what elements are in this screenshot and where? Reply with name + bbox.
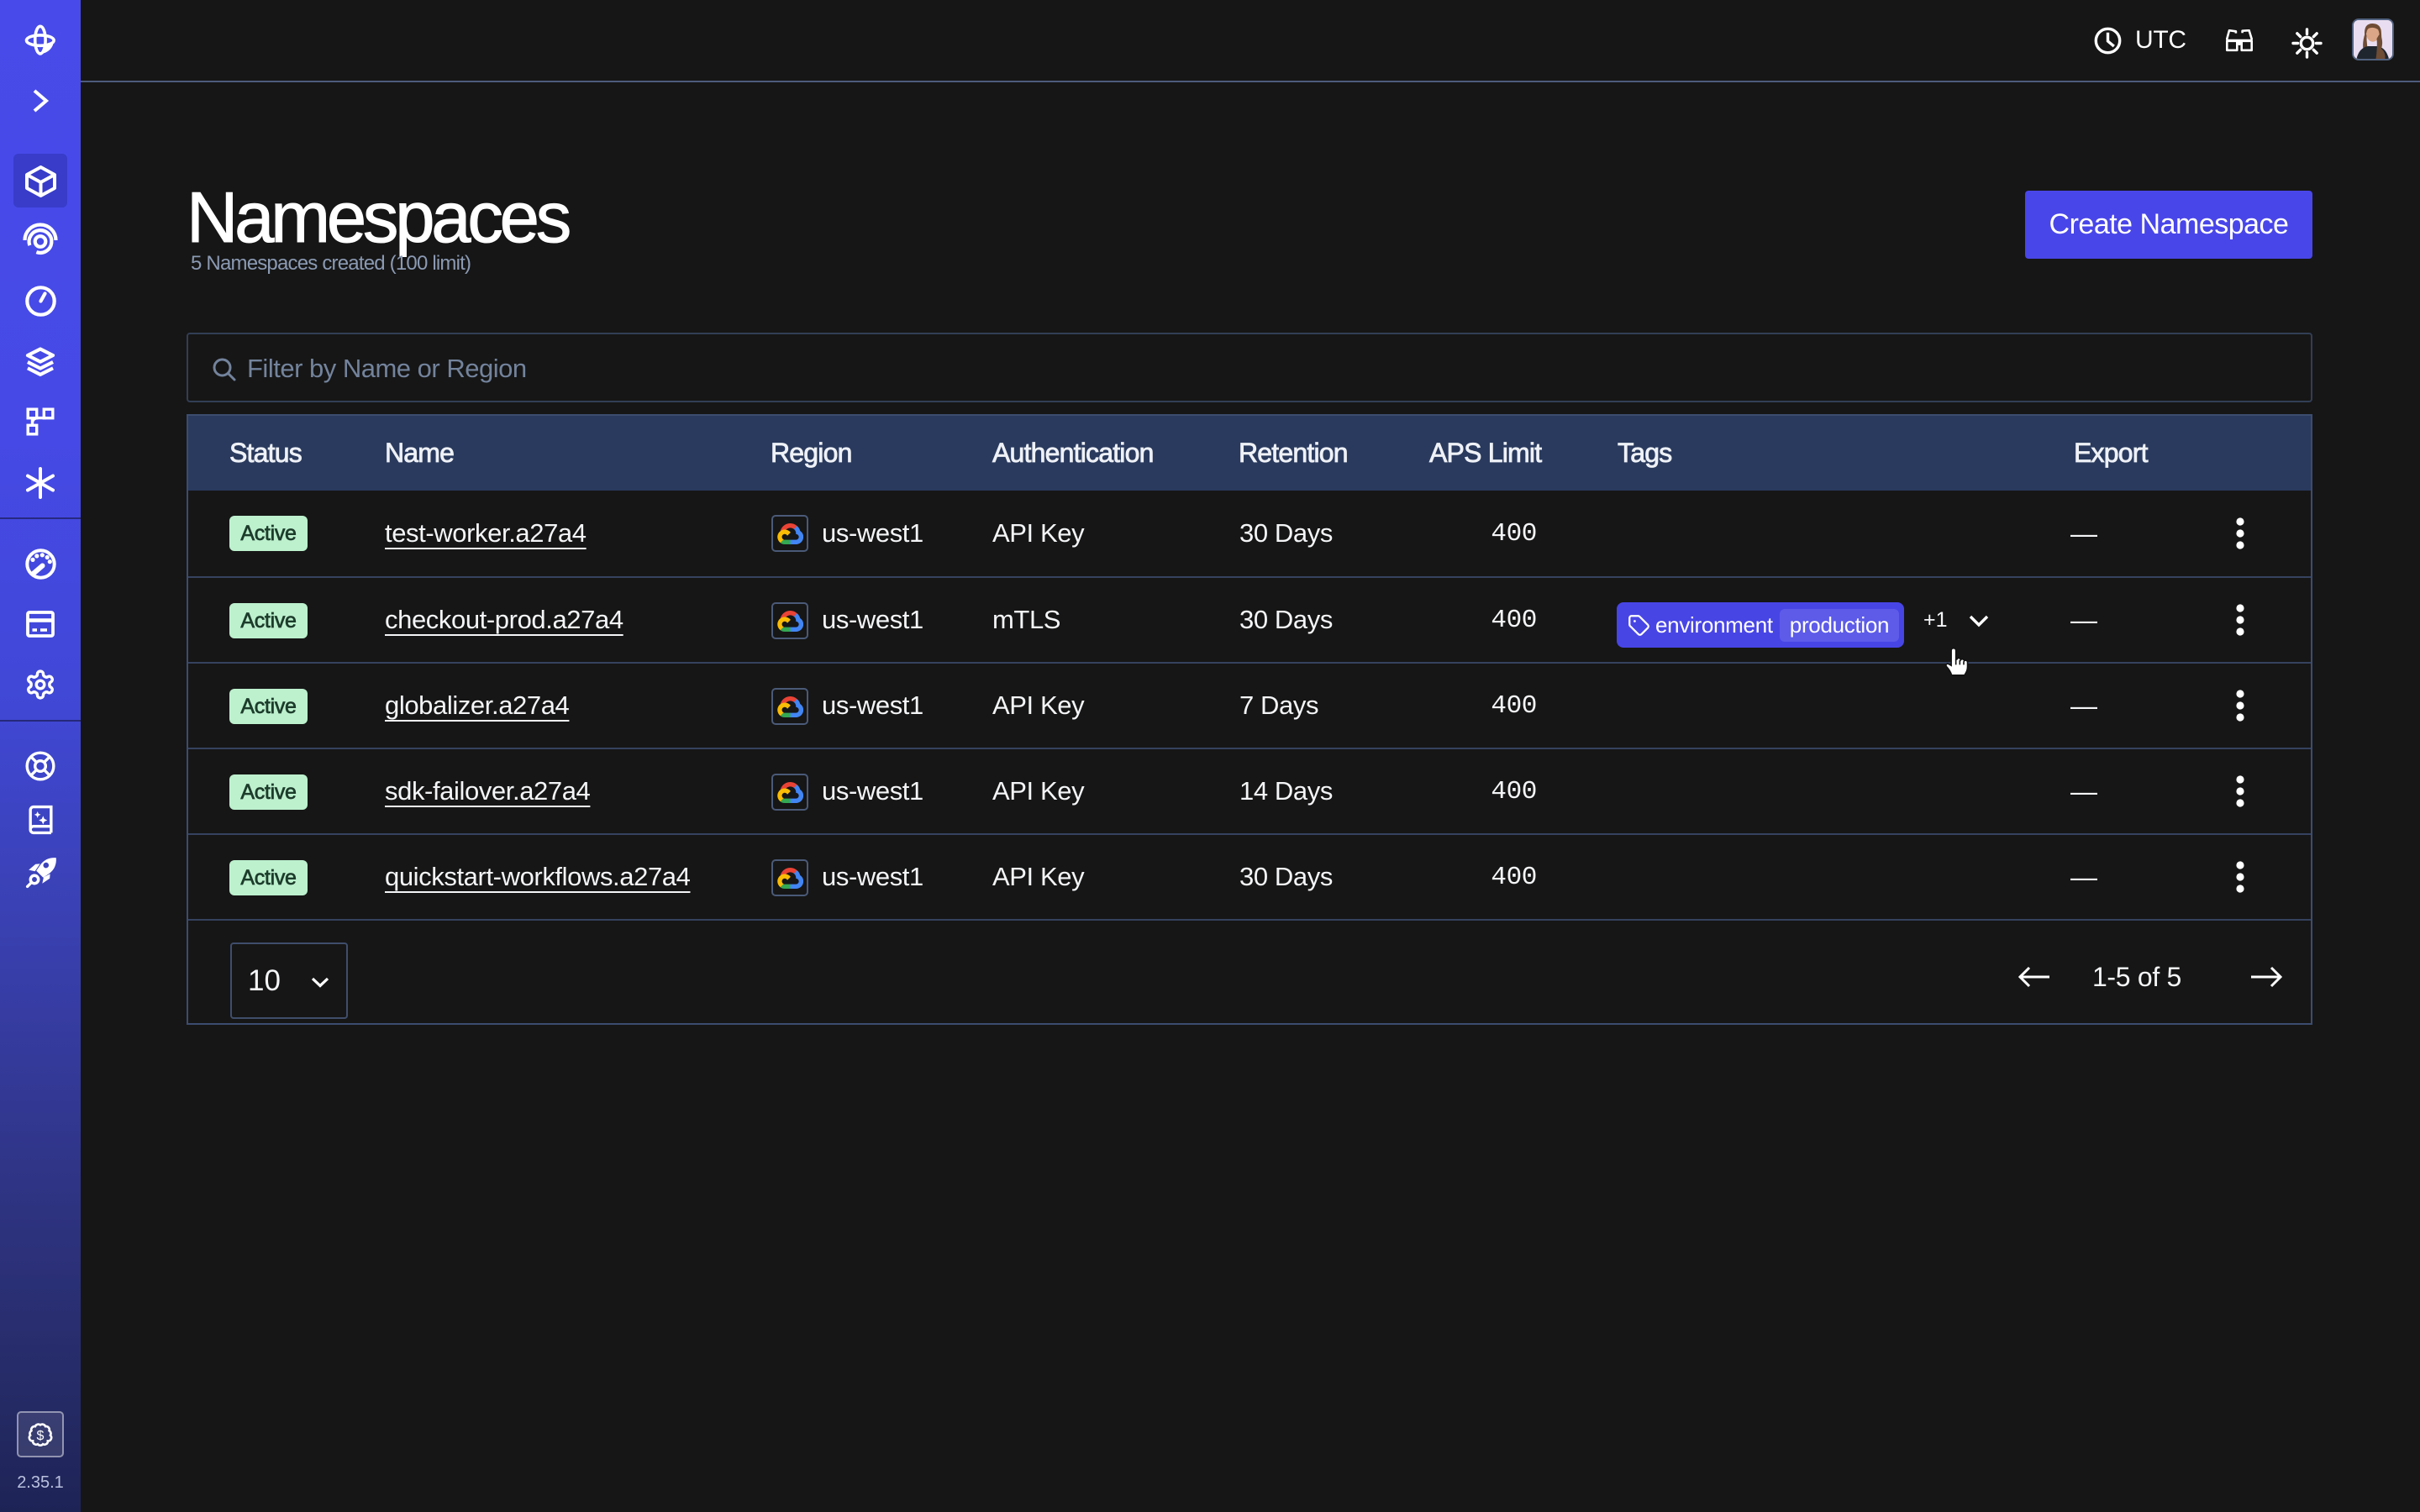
svg-text:$: $: [37, 1429, 45, 1443]
